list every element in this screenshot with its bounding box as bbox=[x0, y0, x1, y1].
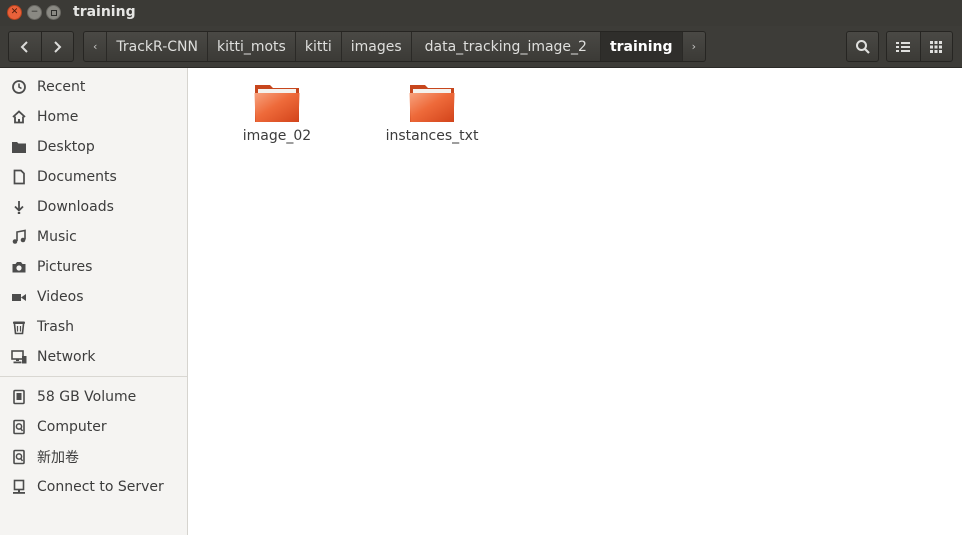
history-navigation bbox=[8, 31, 74, 62]
sidebar-item-label: Connect to Server bbox=[37, 479, 164, 495]
download-icon bbox=[10, 198, 28, 216]
trash-icon bbox=[10, 318, 28, 336]
drive-icon bbox=[10, 388, 28, 406]
sidebar-item-label: 新加卷 bbox=[37, 450, 79, 466]
breadcrumb-item[interactable]: kitti bbox=[294, 32, 341, 61]
sidebar-item-trash[interactable]: Trash bbox=[0, 312, 187, 342]
search-button[interactable] bbox=[846, 31, 879, 62]
sidebar-item-downloads[interactable]: Downloads bbox=[0, 192, 187, 222]
clock-icon bbox=[10, 78, 28, 96]
search-icon bbox=[855, 39, 870, 54]
sidebar-item-label: Home bbox=[37, 109, 79, 125]
sidebar-item-network[interactable]: Network bbox=[0, 342, 187, 372]
maximize-window-button[interactable] bbox=[46, 5, 61, 20]
sidebar-item-videos[interactable]: Videos bbox=[0, 282, 187, 312]
breadcrumb-item[interactable]: TrackR-CNN bbox=[106, 32, 207, 61]
sidebar-item-label: 58 GB Volume bbox=[37, 389, 137, 405]
view-options bbox=[886, 31, 953, 62]
breadcrumb-scroll-left-button[interactable]: ‹ bbox=[84, 32, 106, 61]
title-bar: ✕ − training bbox=[0, 0, 962, 26]
minimize-window-button[interactable]: − bbox=[27, 5, 42, 20]
close-window-button[interactable]: ✕ bbox=[7, 5, 22, 20]
breadcrumb-item[interactable]: kitti_mots bbox=[206, 32, 295, 61]
sidebar-item-music[interactable]: Music bbox=[0, 222, 187, 252]
list-view-button[interactable] bbox=[887, 32, 920, 61]
sidebar-item-connect-to-server[interactable]: Connect to Server bbox=[0, 472, 187, 502]
sidebar-item-pictures[interactable]: Pictures bbox=[0, 252, 187, 282]
sidebar-item-label: Downloads bbox=[37, 199, 114, 215]
sidebar-item-label: Desktop bbox=[37, 139, 95, 155]
sidebar-item-label: Pictures bbox=[37, 259, 93, 275]
home-icon bbox=[10, 108, 28, 126]
sidebar-item-label: Videos bbox=[37, 289, 84, 305]
sidebar-item-label: Trash bbox=[37, 319, 74, 335]
music-icon bbox=[10, 228, 28, 246]
chevron-right-icon bbox=[54, 40, 62, 53]
file-name: instances_txt bbox=[385, 128, 479, 144]
file-name: image_02 bbox=[242, 128, 312, 144]
folder-item[interactable]: instances_txt bbox=[372, 82, 492, 144]
sidebar-item-recent[interactable]: Recent bbox=[0, 72, 187, 102]
breadcrumb-scroll-right-button[interactable]: › bbox=[681, 32, 705, 61]
breadcrumb-item-current[interactable]: training bbox=[599, 32, 682, 61]
window-title: training bbox=[73, 4, 136, 20]
sidebar: Recent Home Desktop Documents Downloads … bbox=[0, 68, 188, 535]
sidebar-item-58gb-volume[interactable]: 58 GB Volume bbox=[0, 382, 187, 412]
file-view[interactable]: image_02 instances_txt bbox=[189, 68, 962, 535]
sidebar-item-new-volume[interactable]: 新加卷 bbox=[0, 442, 187, 472]
sidebar-separator bbox=[0, 376, 187, 377]
sidebar-item-label: Recent bbox=[37, 79, 86, 95]
breadcrumb-item[interactable]: data_tracking_image_2 bbox=[410, 32, 600, 61]
document-icon bbox=[10, 168, 28, 186]
folder-icon bbox=[254, 85, 300, 122]
breadcrumb-item[interactable]: images bbox=[340, 32, 411, 61]
camera-icon bbox=[10, 258, 28, 276]
forward-button[interactable] bbox=[40, 32, 73, 61]
sidebar-item-documents[interactable]: Documents bbox=[0, 162, 187, 192]
sidebar-item-home[interactable]: Home bbox=[0, 102, 187, 132]
video-icon bbox=[10, 288, 28, 306]
sidebar-item-label: Music bbox=[37, 229, 77, 245]
sidebar-item-label: Computer bbox=[37, 419, 107, 435]
sidebar-item-label: Documents bbox=[37, 169, 117, 185]
sidebar-item-desktop[interactable]: Desktop bbox=[0, 132, 187, 162]
grid-view-button[interactable] bbox=[919, 32, 953, 61]
server-icon bbox=[10, 478, 28, 496]
drive-icon bbox=[10, 448, 28, 466]
desktop-folder-icon bbox=[10, 138, 28, 156]
list-icon bbox=[896, 41, 911, 52]
network-icon bbox=[10, 348, 28, 366]
folder-icon bbox=[409, 85, 455, 122]
chevron-left-icon bbox=[20, 40, 28, 53]
folder-item[interactable]: image_02 bbox=[217, 82, 337, 144]
computer-icon bbox=[10, 418, 28, 436]
grid-icon bbox=[930, 40, 943, 53]
back-button[interactable] bbox=[9, 32, 41, 61]
header-bar: ‹ TrackR-CNN kitti_mots kitti images dat… bbox=[0, 26, 962, 68]
sidebar-item-computer[interactable]: Computer bbox=[0, 412, 187, 442]
sidebar-item-label: Network bbox=[37, 349, 96, 365]
breadcrumb: ‹ TrackR-CNN kitti_mots kitti images dat… bbox=[83, 31, 706, 62]
